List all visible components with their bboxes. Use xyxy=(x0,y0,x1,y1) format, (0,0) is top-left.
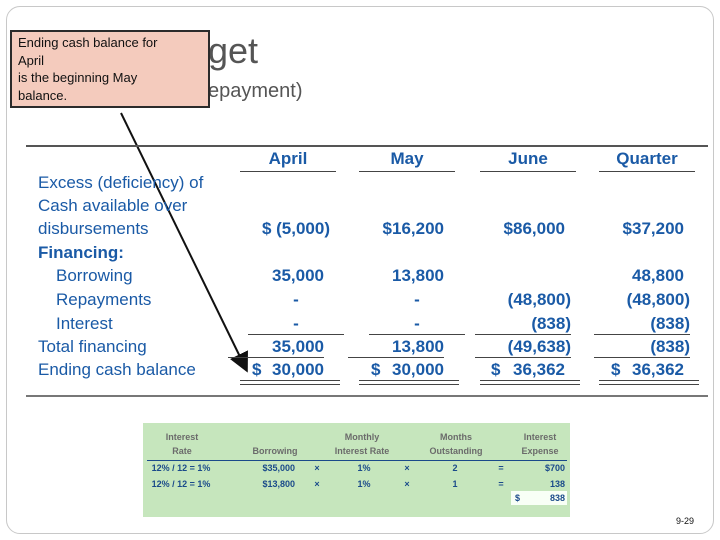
row-label-excess: disbursements xyxy=(38,219,149,238)
cell-ending-may: 30,000 xyxy=(392,360,444,379)
row-label-ending-cash: Ending cash balance xyxy=(38,360,196,379)
cell-interest-april: - xyxy=(248,314,344,335)
cell-repayments-may: - xyxy=(414,290,420,309)
ip-rate: 12% / 12 = 1% xyxy=(151,463,211,473)
cell-excess-quarter: $37,200 xyxy=(622,219,684,238)
cell-ending-quarter: 36,362 xyxy=(632,360,684,379)
ip-total-expense: 838 xyxy=(549,493,565,503)
ip-times: × xyxy=(404,463,410,473)
ip-header-line: Rate xyxy=(172,446,192,456)
ip-borrowing: $13,800 xyxy=(262,479,295,489)
ip-header-line: Expense xyxy=(521,446,559,456)
ip-header-line: Interest xyxy=(165,432,199,442)
row-label-total-financing: Total financing xyxy=(38,337,147,356)
ip-monthly-rate: 1% xyxy=(357,479,371,489)
cell-borrowing-april: 35,000 xyxy=(272,266,324,285)
ip-rate: 12% / 12 = 1% xyxy=(151,479,211,489)
row-label-borrowing: Borrowing xyxy=(56,266,133,285)
row-label-interest: Interest xyxy=(56,314,113,333)
ip-months: 1 xyxy=(452,479,458,489)
ip-header-expense: Interest Expense xyxy=(513,430,567,458)
cell-repayments-april: - xyxy=(293,290,299,309)
ip-expense: 138 xyxy=(549,479,565,489)
cash-budget-table: April May June Quarter Excess (deficienc… xyxy=(26,145,710,399)
row-label-excess: Excess (deficiency) of xyxy=(38,173,204,192)
cell-repayments-june: (48,800) xyxy=(507,290,571,309)
cell-interest-may: - xyxy=(369,314,465,335)
ip-header-rule xyxy=(147,460,567,461)
cell-excess-april: $ (5,000) xyxy=(261,219,330,238)
cell-borrowing-may: 13,800 xyxy=(392,266,444,285)
row-label-repayments: Repayments xyxy=(56,290,152,309)
row-label-financing: Financing: xyxy=(38,243,124,262)
row-label-excess: Cash available over xyxy=(38,196,188,215)
cell-ending-april: 30,000 xyxy=(272,360,324,379)
ip-expense: $700 xyxy=(544,463,565,473)
cell-total-quarter: (838) xyxy=(594,337,690,358)
cell-excess-june: $86,000 xyxy=(503,219,565,238)
ip-times: × xyxy=(404,479,410,489)
ip-equals: = xyxy=(498,463,504,473)
table-bottom-rule xyxy=(26,395,708,397)
ip-header-borrowing: Borrowing xyxy=(252,446,298,456)
cell-interest-quarter: (838) xyxy=(594,314,690,335)
page-number: 9-29 xyxy=(675,516,694,526)
cell-ending-june: 36,362 xyxy=(513,360,565,379)
cell-excess-may: $16,200 xyxy=(382,219,444,238)
double-underline xyxy=(240,380,340,385)
ip-times: × xyxy=(314,479,320,489)
ip-months: 2 xyxy=(452,463,458,473)
ip-equals: = xyxy=(498,479,504,489)
cell-total-june: (49,638) xyxy=(475,337,571,358)
cell-repayments-quarter: (48,800) xyxy=(626,290,690,309)
double-underline xyxy=(359,380,459,385)
interest-calculation-panel: Interest Rate Borrowing Monthly Interest… xyxy=(143,423,570,517)
double-underline xyxy=(599,380,699,385)
column-header-may: May xyxy=(359,149,455,172)
column-header-quarter: Quarter xyxy=(599,149,695,172)
ip-header-line: Months xyxy=(440,432,472,442)
ip-borrowing: $35,000 xyxy=(262,463,295,473)
cell-total-may: 13,800 xyxy=(348,337,444,358)
ip-header-line: Interest Rate xyxy=(334,446,390,456)
cell-interest-june: (838) xyxy=(475,314,571,335)
ip-header-monthly: Monthly Interest Rate xyxy=(329,430,395,458)
column-header-june: June xyxy=(480,149,576,172)
ip-header-months: Months Outstanding xyxy=(421,430,491,458)
table-top-rule xyxy=(26,145,708,147)
double-underline xyxy=(480,380,580,385)
cell-total-april: 35,000 xyxy=(228,337,324,358)
ip-header-line: Interest xyxy=(523,432,557,442)
ip-times: × xyxy=(314,463,320,473)
ip-header-line: Outstanding xyxy=(429,446,483,456)
cell-borrowing-quarter: 48,800 xyxy=(632,266,684,285)
ip-header-rate: Interest Rate xyxy=(153,430,211,458)
ip-header-line: Monthly xyxy=(344,432,380,442)
column-header-april: April xyxy=(240,149,336,172)
ip-monthly-rate: 1% xyxy=(357,463,371,473)
